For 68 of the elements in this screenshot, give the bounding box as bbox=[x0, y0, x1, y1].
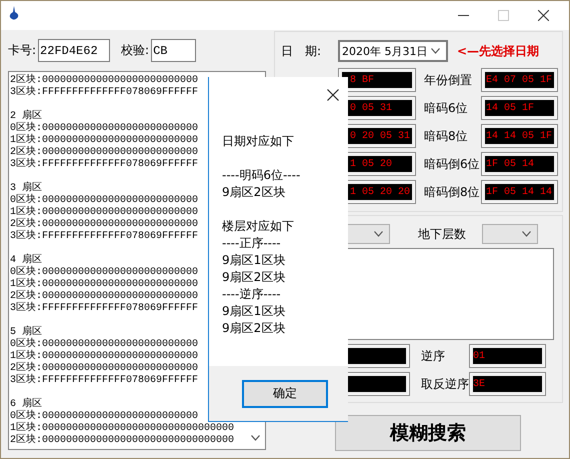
block-line: 2区块:00000000000000000000000000000000 bbox=[10, 435, 234, 447]
block-line: 0区块:00000000000000000000000000 bbox=[10, 411, 198, 422]
date-label: 日 期: bbox=[281, 42, 322, 60]
block-line: 1区块:00000000000000000000000000 bbox=[10, 207, 198, 218]
block-line: 2区块:00000000000000000000000000 bbox=[10, 75, 198, 86]
chevron-down-icon[interactable] bbox=[251, 435, 260, 441]
sector-heading: 3 扇区 bbox=[10, 183, 42, 194]
block-line: 0区块:00000000000000000000000000 bbox=[10, 267, 198, 278]
chevron-down-icon[interactable] bbox=[374, 231, 383, 237]
block-line: 3区块:FFFFFFFFFFFFFF078069FFFFFF bbox=[10, 87, 198, 99]
close-icon[interactable] bbox=[538, 10, 549, 21]
block-line: 3区块:FFFFFFFFFFFFFF078069FFFFFF bbox=[10, 159, 198, 171]
code-display: 3E bbox=[469, 372, 546, 396]
block-line: 0区块:00000000000000000000000000 bbox=[10, 195, 198, 206]
message-text: 9扇区2区块 bbox=[222, 184, 286, 201]
floor-count-label: 地下层数 bbox=[418, 226, 467, 242]
block-line: 3区块:FFFFFFFFFFFFFF078069FFFFFF bbox=[10, 231, 198, 243]
code-display: E4 07 05 1F bbox=[481, 68, 558, 92]
message-text: 9扇区1区块 bbox=[222, 252, 286, 269]
close-icon[interactable] bbox=[327, 89, 339, 101]
code-display: 14 14 05 1F bbox=[481, 124, 558, 148]
block-line: 1区块:00000000000000000000000000 bbox=[10, 279, 198, 290]
chevron-down-icon[interactable] bbox=[431, 48, 440, 54]
fuzzy-search-button[interactable]: 模糊搜索 bbox=[335, 415, 521, 451]
sector-heading: 6 扇区 bbox=[10, 399, 42, 410]
date-picker[interactable]: 2020年 5月31日 bbox=[338, 40, 448, 62]
code-label: 暗码6位 bbox=[424, 100, 469, 116]
chevron-down-icon[interactable] bbox=[522, 231, 531, 237]
code-display: 01 bbox=[469, 344, 546, 368]
block-line: 0区块:00000000000000000000000000 bbox=[10, 123, 198, 134]
code-display: 8 BF bbox=[338, 68, 416, 92]
message-text: 9扇区2区块 bbox=[222, 269, 286, 286]
block-line: 1区块:00000000000000000000000000 bbox=[10, 135, 198, 146]
checksum-field[interactable]: CB bbox=[151, 38, 196, 62]
block-line: 2区块:00000000000000000000000000 bbox=[10, 219, 198, 230]
message-text: 9扇区1区块 bbox=[222, 303, 286, 320]
sector-heading: 4 扇区 bbox=[10, 255, 42, 266]
message-text: 楼层对应如下 bbox=[222, 218, 294, 235]
checksum-label: 校验: bbox=[121, 42, 150, 58]
block-line: 0区块:00000000000000000000000000 bbox=[10, 339, 198, 350]
code-display: 1F 05 14 bbox=[481, 152, 558, 176]
code-label: 暗码8位 bbox=[424, 128, 469, 144]
block-line: 1区块:00000000000000000000000000000000 bbox=[10, 423, 234, 434]
code-label: 暗码倒8位 bbox=[424, 184, 481, 200]
date-hint-text: <—先选择日期 bbox=[457, 42, 540, 60]
ink-drop-icon bbox=[9, 6, 19, 20]
sector-heading: 5 扇区 bbox=[10, 327, 42, 338]
code-display: 14 05 1F bbox=[481, 96, 558, 120]
message-text: ----逆序---- bbox=[222, 286, 281, 303]
block-line: 2区块:00000000000000000000000000 bbox=[10, 291, 198, 302]
card-number-label: 卡号: bbox=[8, 42, 36, 58]
card-number-field[interactable]: 22FD4E62 bbox=[38, 38, 110, 62]
message-text: ----明码6位---- bbox=[222, 167, 300, 184]
block-line: 3区块:FFFFFFFFFFFFFF078069FFFFFF bbox=[10, 375, 198, 387]
code-label: 暗码倒6位 bbox=[424, 156, 481, 172]
ok-button[interactable]: 确定 bbox=[242, 380, 328, 408]
order-label: 逆序 bbox=[421, 348, 446, 364]
order-label: 取反逆序 bbox=[421, 376, 469, 392]
sector-heading: 2 扇区 bbox=[10, 111, 42, 122]
message-text: 9扇区2区块 bbox=[222, 320, 286, 337]
block-line: 2区块:00000000000000000000000000 bbox=[10, 147, 198, 158]
code-display: 1F 05 14 14 bbox=[481, 180, 558, 204]
block-line: 3区块:FFFFFFFFFFFFFF078069FFFFFF bbox=[10, 303, 198, 315]
message-text: 日期对应如下 bbox=[222, 133, 294, 150]
message-text: ----正序---- bbox=[222, 235, 281, 252]
block-line: 1区块:00000000000000000000000000 bbox=[10, 351, 198, 362]
code-label: 年份倒置 bbox=[424, 72, 473, 88]
block-line: 2区块:00000000000000000000000000 bbox=[10, 363, 198, 374]
